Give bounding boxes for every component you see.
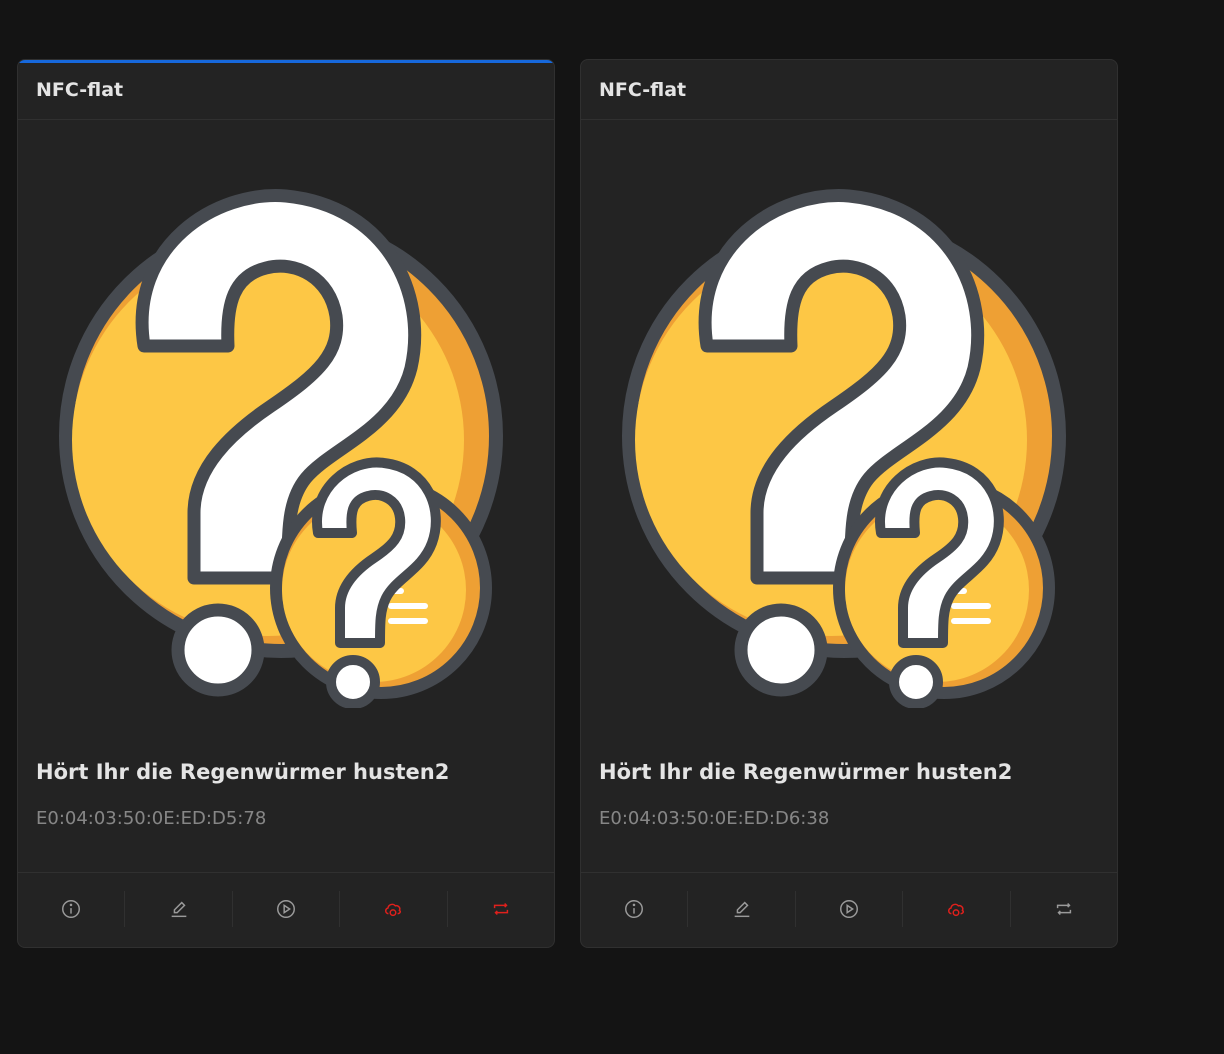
tag-card[interactable]: NFC-flat Hört Ihr die Regenwürmer husten… <box>17 59 555 948</box>
card-header-title: NFC-flat <box>599 78 687 101</box>
cloud-sync-icon <box>948 903 965 916</box>
question-mark-cover-icon <box>59 189 503 708</box>
info-button[interactable] <box>18 890 126 927</box>
info-button[interactable] <box>581 890 689 927</box>
card-grid: NFC-flat Hört Ihr die Regenwürmer husten… <box>17 59 1118 948</box>
repeat-button[interactable] <box>448 891 554 927</box>
cloud-sync-button[interactable] <box>903 890 1011 927</box>
card-actions <box>581 873 1117 944</box>
play-button[interactable] <box>233 890 341 927</box>
edit-pencil-icon <box>171 901 186 917</box>
play-circle-icon <box>277 899 295 918</box>
card-header: NFC-flat <box>18 60 554 120</box>
card-cover <box>18 120 554 760</box>
retweet-icon <box>1056 902 1071 915</box>
edit-pencil-icon <box>734 901 749 917</box>
card-cover <box>581 120 1117 760</box>
info-circle-icon <box>625 899 644 918</box>
card-actions <box>18 873 554 944</box>
play-circle-icon <box>840 899 858 918</box>
card-header: NFC-flat <box>581 60 1117 120</box>
card-title: Hört Ihr die Regenwürmer husten2 <box>36 760 450 784</box>
repeat-button[interactable] <box>1011 891 1117 927</box>
info-circle-icon <box>62 899 81 918</box>
tag-card[interactable]: NFC-flat Hört Ihr die Regenwürmer husten… <box>580 59 1118 948</box>
edit-button[interactable] <box>688 890 796 927</box>
question-mark-cover-icon <box>622 189 1066 708</box>
cloud-sync-icon <box>385 903 402 916</box>
retweet-icon <box>493 902 508 915</box>
card-uid: E0:04:03:50:0E:ED:D6:38 <box>599 808 830 829</box>
card-title: Hört Ihr die Regenwürmer husten2 <box>599 760 1013 784</box>
cloud-sync-button[interactable] <box>340 890 448 927</box>
card-body: Hört Ihr die Regenwürmer husten2 E0:04:0… <box>18 758 554 873</box>
play-button[interactable] <box>796 890 904 927</box>
card-header-title: NFC-flat <box>36 78 124 101</box>
edit-button[interactable] <box>125 890 233 927</box>
card-uid: E0:04:03:50:0E:ED:D5:78 <box>36 808 267 829</box>
card-body: Hört Ihr die Regenwürmer husten2 E0:04:0… <box>581 758 1117 873</box>
